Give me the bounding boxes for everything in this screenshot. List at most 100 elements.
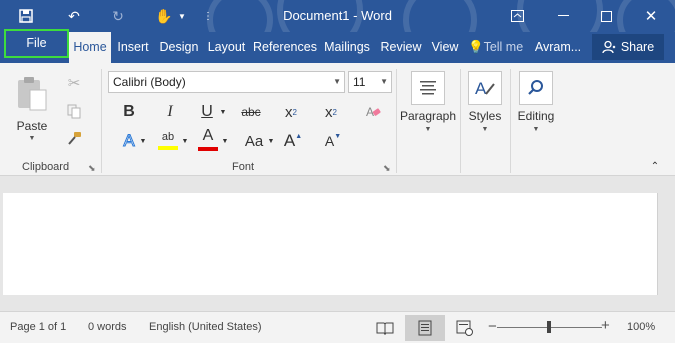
font-color-button[interactable]: A xyxy=(196,127,220,153)
grow-arrow-icon: ▲ xyxy=(295,133,303,140)
language-indicator[interactable]: English (United States) xyxy=(149,321,262,333)
separator xyxy=(460,69,461,173)
font-color-dropdown-icon[interactable]: ▼ xyxy=(220,129,230,153)
save-icon[interactable] xyxy=(14,4,38,28)
subscript-button[interactable]: x2 xyxy=(280,101,302,123)
separator xyxy=(396,69,397,173)
font-color-bar xyxy=(198,147,218,151)
font-name-dropdown[interactable]: Calibri (Body) ▼ xyxy=(108,71,345,93)
highlight-color-bar xyxy=(158,145,178,150)
highlight-text: ab xyxy=(161,130,175,143)
chevron-down-icon: ▼ xyxy=(28,135,36,142)
change-case-button[interactable]: Aa xyxy=(240,129,268,153)
qat-dropdown-icon[interactable]: ▼ xyxy=(170,4,194,28)
superscript-button[interactable]: x2 xyxy=(320,101,342,123)
paragraph-label: Paragraph xyxy=(399,109,457,123)
separator xyxy=(101,69,102,173)
tab-review[interactable]: Review xyxy=(378,32,424,63)
underline-button[interactable]: U xyxy=(196,101,218,123)
shrink-font-button[interactable]: A ▼ xyxy=(322,129,344,153)
zoom-in-button[interactable]: + xyxy=(601,317,610,334)
clear-formatting-icon[interactable]: A xyxy=(362,101,384,123)
customize-icon[interactable]: ⋮ xyxy=(196,4,220,28)
svg-text:A: A xyxy=(475,79,487,98)
chevron-down-icon: ▼ xyxy=(424,126,432,133)
subscript-x: x xyxy=(285,103,293,121)
status-bar: Page 1 of 1 0 words English (United Stat… xyxy=(0,311,675,343)
ribbon-tabs: File Home Insert Design Layout Reference… xyxy=(0,29,675,63)
paragraph-button[interactable]: Paragraph ▼ xyxy=(398,71,458,133)
text-effects-button[interactable]: A xyxy=(118,129,140,153)
zoom-out-button[interactable]: − xyxy=(488,318,497,335)
page-count[interactable]: Page 1 of 1 xyxy=(10,321,66,333)
user-account[interactable]: Avram... xyxy=(534,32,582,63)
strikethrough-button[interactable]: abc xyxy=(238,101,264,123)
zoom-slider-thumb[interactable] xyxy=(547,321,551,333)
ribbon-display-icon[interactable] xyxy=(500,0,534,32)
tab-insert[interactable]: Insert xyxy=(114,32,152,63)
tab-file[interactable]: File xyxy=(4,29,69,58)
tab-design[interactable]: Design xyxy=(156,32,202,63)
minimize-icon[interactable] xyxy=(546,0,580,32)
text-effects-dropdown-icon[interactable]: ▼ xyxy=(138,129,148,153)
word-count[interactable]: 0 words xyxy=(88,321,127,333)
separator xyxy=(510,69,511,173)
ribbon-home: Paste ▼ ✂ Clipboard ⬊ Calibri (Body) ▼ 1… xyxy=(0,63,675,176)
font-name-value: Calibri (Body) xyxy=(113,75,186,89)
italic-button[interactable]: I xyxy=(159,101,181,123)
chevron-down-icon: ▼ xyxy=(481,126,489,133)
tell-me-search[interactable]: 💡Tell me xyxy=(468,32,528,63)
grow-font-button[interactable]: A ▲ xyxy=(282,129,304,153)
lightbulb-icon: 💡 xyxy=(468,40,484,54)
tab-view[interactable]: View xyxy=(428,32,462,63)
paste-icon[interactable] xyxy=(14,73,50,113)
grow-font-a: A xyxy=(283,131,296,150)
paste-button[interactable]: Paste ▼ xyxy=(12,119,52,142)
paste-label: Paste xyxy=(16,119,48,133)
collapse-ribbon-icon[interactable]: ⌃ xyxy=(648,159,662,173)
read-mode-icon[interactable] xyxy=(365,315,405,341)
font-group-label: Font xyxy=(232,161,255,173)
font-size-dropdown[interactable]: 11 ▼ xyxy=(348,71,392,93)
magnifier-icon xyxy=(519,71,553,105)
styles-label: Styles xyxy=(468,109,502,123)
tab-mailings[interactable]: Mailings xyxy=(321,32,373,63)
share-label: Share xyxy=(620,40,655,54)
vertical-scrollbar[interactable] xyxy=(660,176,675,311)
styles-icon: A xyxy=(468,71,502,105)
redo-icon[interactable]: ↻ xyxy=(106,4,130,28)
copy-icon[interactable] xyxy=(64,101,84,121)
document-area xyxy=(0,176,675,311)
shrink-arrow-icon: ▼ xyxy=(334,133,342,140)
share-button[interactable]: Share xyxy=(592,34,664,60)
superscript-2: 2 xyxy=(332,107,337,117)
font-color-text: A xyxy=(202,127,214,144)
chevron-down-icon: ▼ xyxy=(333,77,341,86)
print-layout-icon[interactable] xyxy=(405,315,445,341)
tab-references[interactable]: References xyxy=(253,32,317,63)
shrink-font-a: A xyxy=(324,133,335,149)
editing-button[interactable]: Editing ▼ xyxy=(513,71,559,133)
chevron-down-icon: ▼ xyxy=(532,126,540,133)
chevron-down-icon: ▼ xyxy=(380,77,388,86)
bold-button[interactable]: B xyxy=(118,101,140,123)
zoom-level[interactable]: 100% xyxy=(627,321,655,333)
tab-layout[interactable]: Layout xyxy=(204,32,249,63)
highlight-button[interactable]: ab xyxy=(156,127,180,153)
format-painter-icon[interactable] xyxy=(64,129,84,149)
document-page[interactable] xyxy=(3,193,658,295)
cut-icon[interactable]: ✂ xyxy=(64,73,84,93)
web-layout-icon[interactable] xyxy=(445,315,485,341)
highlight-dropdown-icon[interactable]: ▼ xyxy=(180,129,190,153)
styles-button[interactable]: A Styles ▼ xyxy=(463,71,507,133)
tab-home[interactable]: Home xyxy=(69,32,111,63)
paragraph-icon xyxy=(411,71,445,105)
underline-dropdown-icon[interactable]: ▼ xyxy=(218,101,228,123)
change-case-dropdown-icon[interactable]: ▼ xyxy=(266,129,276,153)
clipboard-launcher-icon[interactable]: ⬊ xyxy=(88,163,96,174)
tell-me-label: Tell me xyxy=(483,40,524,54)
undo-icon[interactable]: ↶ xyxy=(62,4,86,28)
close-icon[interactable]: ✕ xyxy=(634,0,668,32)
font-launcher-icon[interactable]: ⬊ xyxy=(383,163,391,174)
maximize-icon[interactable] xyxy=(589,0,623,32)
